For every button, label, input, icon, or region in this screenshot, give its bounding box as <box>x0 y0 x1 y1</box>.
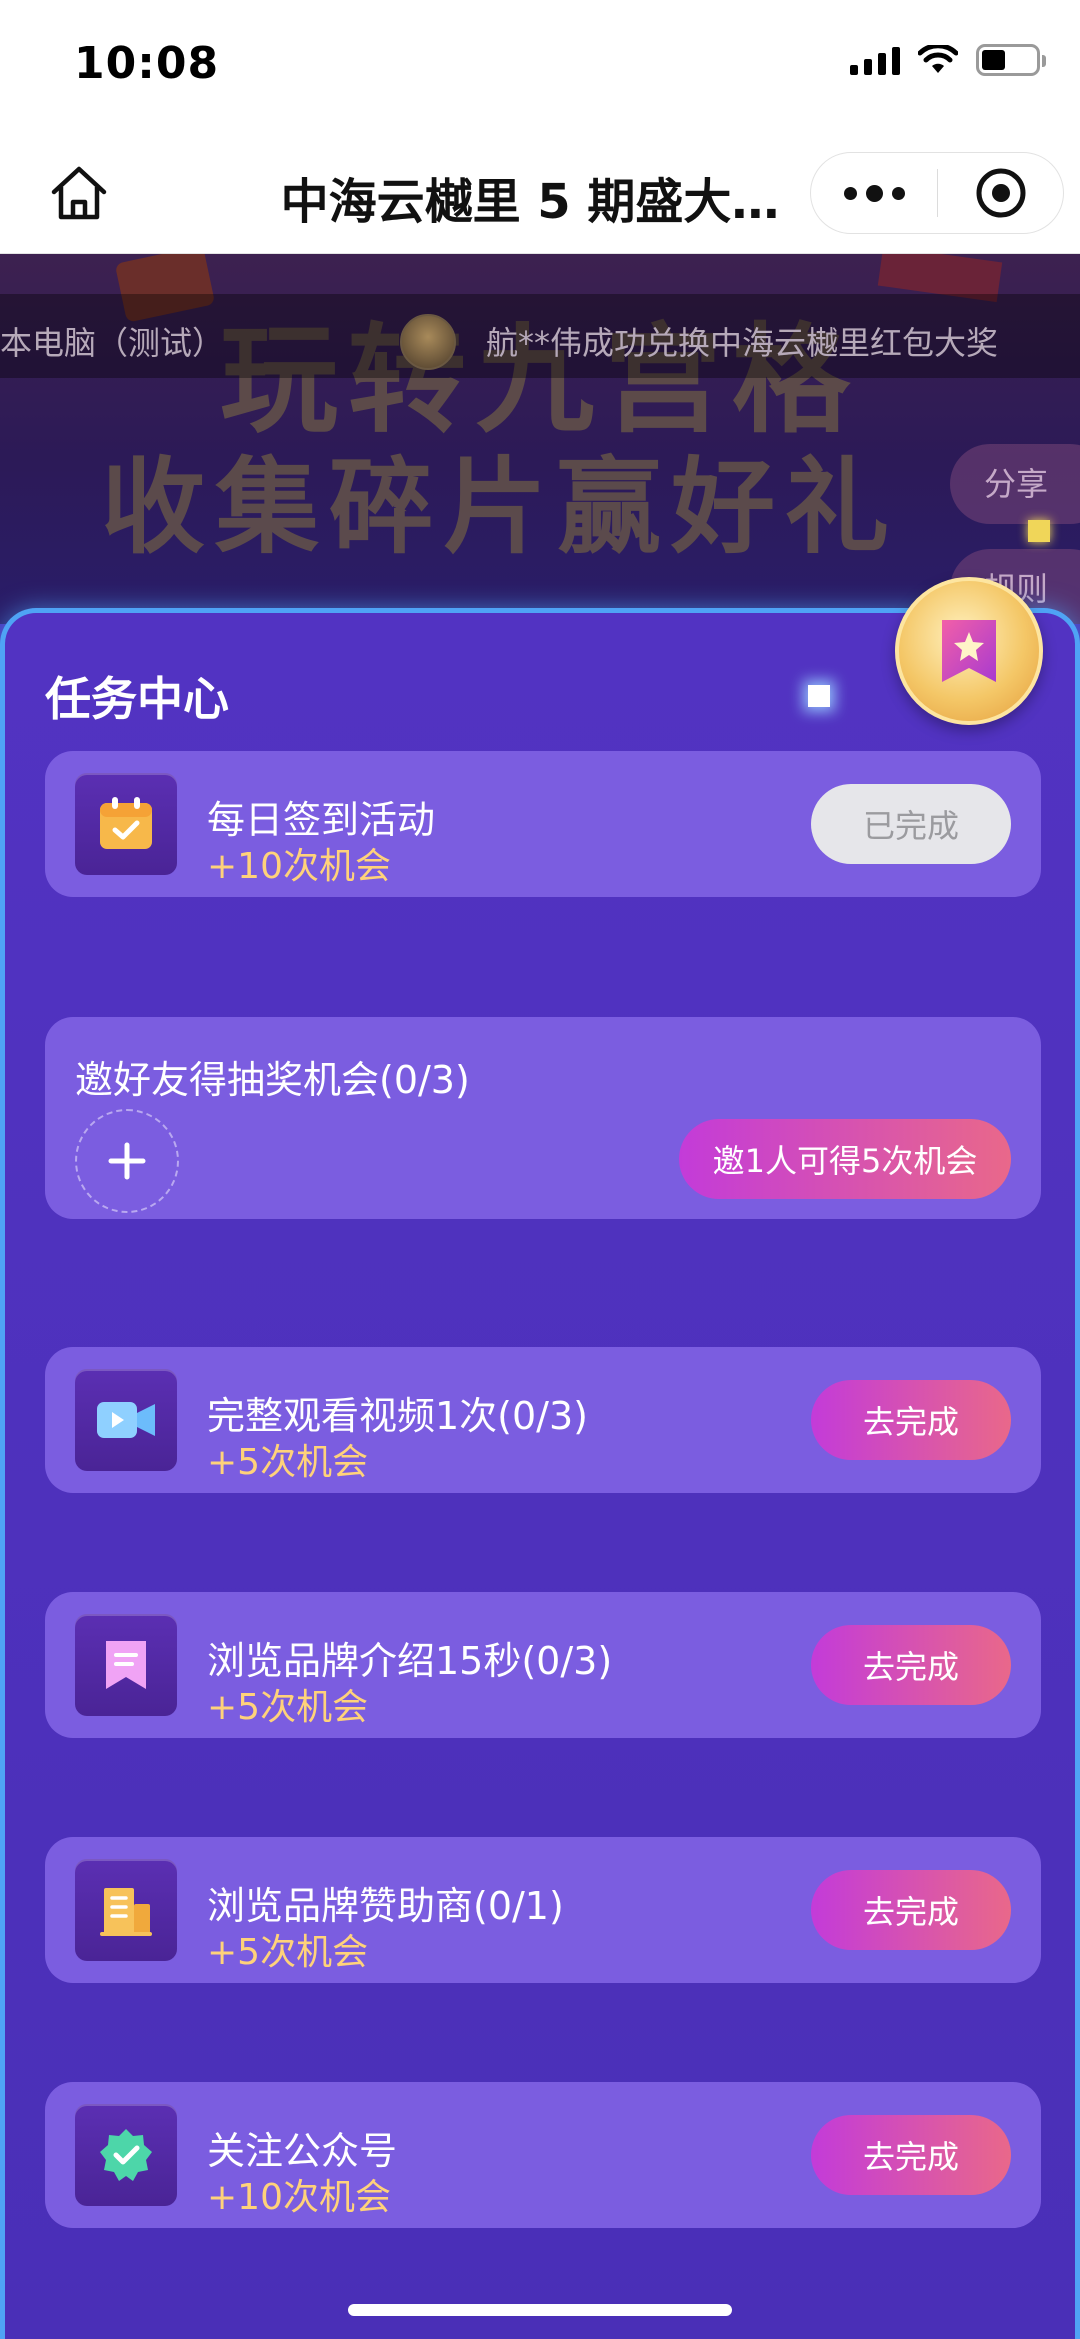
avatar <box>400 314 456 370</box>
task-card-video: 完整观看视频1次(0/3) +5次机会 去完成 <box>45 1347 1041 1493</box>
task-name: 浏览品牌赞助商(0/1) <box>207 1884 564 1928</box>
promo-banner: 玩转九宫格 收集碎片赢好礼 本电脑（测试） 航**伟成功兑换中海云樾里红包大奖 … <box>0 254 1080 624</box>
home-icon[interactable] <box>46 160 112 226</box>
task-center-title: 任务中心 <box>45 672 229 726</box>
prize-badge-button[interactable] <box>895 577 1043 725</box>
bookmark-icon <box>75 1614 177 1716</box>
status-icons <box>850 44 1046 76</box>
invite-friend-button[interactable]: 邀1人可得5次机会 <box>679 1119 1011 1199</box>
banner-subheadline: 收集碎片赢好礼 <box>100 446 899 568</box>
building-icon <box>75 1859 177 1961</box>
status-time: 10:08 <box>74 38 220 89</box>
video-icon <box>75 1369 177 1471</box>
verified-badge-icon <box>75 2104 177 2206</box>
task-reward: +10次机会 <box>207 846 391 887</box>
close-mini-program-button[interactable] <box>938 153 1063 233</box>
battery-icon <box>976 44 1046 76</box>
task-reward: +5次机会 <box>207 1687 369 1728</box>
task-name: 完整观看视频1次(0/3) <box>207 1394 588 1438</box>
nav-bar: 中海云樾里 5 期盛大… <box>0 132 1080 254</box>
invite-title: 邀好友得抽奖机会(0/3) <box>75 1058 470 1102</box>
sparkle-decoration <box>808 685 830 707</box>
task-reward: +5次机会 <box>207 1932 369 1973</box>
sparkle-decoration <box>1028 520 1050 542</box>
mini-program-capsule <box>810 152 1064 234</box>
task-card-brand-intro: 浏览品牌介绍15秒(0/3) +5次机会 去完成 <box>45 1592 1041 1738</box>
go-complete-button[interactable]: 去完成 <box>811 1870 1011 1950</box>
task-card-follow: 关注公众号 +10次机会 去完成 <box>45 2082 1041 2228</box>
task-name: 关注公众号 <box>207 2129 398 2173</box>
plus-icon <box>108 1142 146 1180</box>
page-title: 中海云樾里 5 期盛大… <box>280 174 780 230</box>
task-name: 每日签到活动 <box>207 798 436 842</box>
task-card-sponsors: 浏览品牌赞助商(0/1) +5次机会 去完成 <box>45 1837 1041 1983</box>
star-bookmark-icon <box>942 620 996 682</box>
go-complete-button[interactable]: 去完成 <box>811 2115 1011 2195</box>
home-indicator[interactable] <box>348 2304 732 2316</box>
calendar-icon <box>75 773 177 875</box>
go-complete-button[interactable]: 去完成 <box>811 1380 1011 1460</box>
task-card-invite: 邀好友得抽奖机会(0/3) 邀1人可得5次机会 <box>45 1017 1041 1219</box>
go-complete-button[interactable]: 去完成 <box>811 1625 1011 1705</box>
task-completed-button: 已完成 <box>811 784 1011 864</box>
task-reward: +10次机会 <box>207 2177 391 2218</box>
target-circle-icon <box>976 168 1025 218</box>
task-name: 浏览品牌介绍15秒(0/3) <box>207 1639 613 1683</box>
share-button[interactable]: 分享 <box>950 444 1080 524</box>
ticker-text-right: 航**伟成功兑换中海云樾里红包大奖 <box>486 324 999 362</box>
cellular-signal-icon <box>850 45 900 75</box>
ticker-text-left: 本电脑（测试） <box>0 324 225 362</box>
task-center-panel: 任务中心 每日签到活动 +10次机会 已完成 邀好友得抽奖机会(0/3) 邀1人… <box>0 577 1080 2339</box>
task-card-checkin: 每日签到活动 +10次机会 已完成 <box>45 751 1041 897</box>
task-reward: +5次机会 <box>207 1442 369 1483</box>
more-options-icon[interactable] <box>811 153 937 233</box>
status-bar: 10:08 <box>0 0 1080 132</box>
invite-add-button[interactable] <box>75 1109 179 1213</box>
wifi-icon <box>918 45 958 73</box>
